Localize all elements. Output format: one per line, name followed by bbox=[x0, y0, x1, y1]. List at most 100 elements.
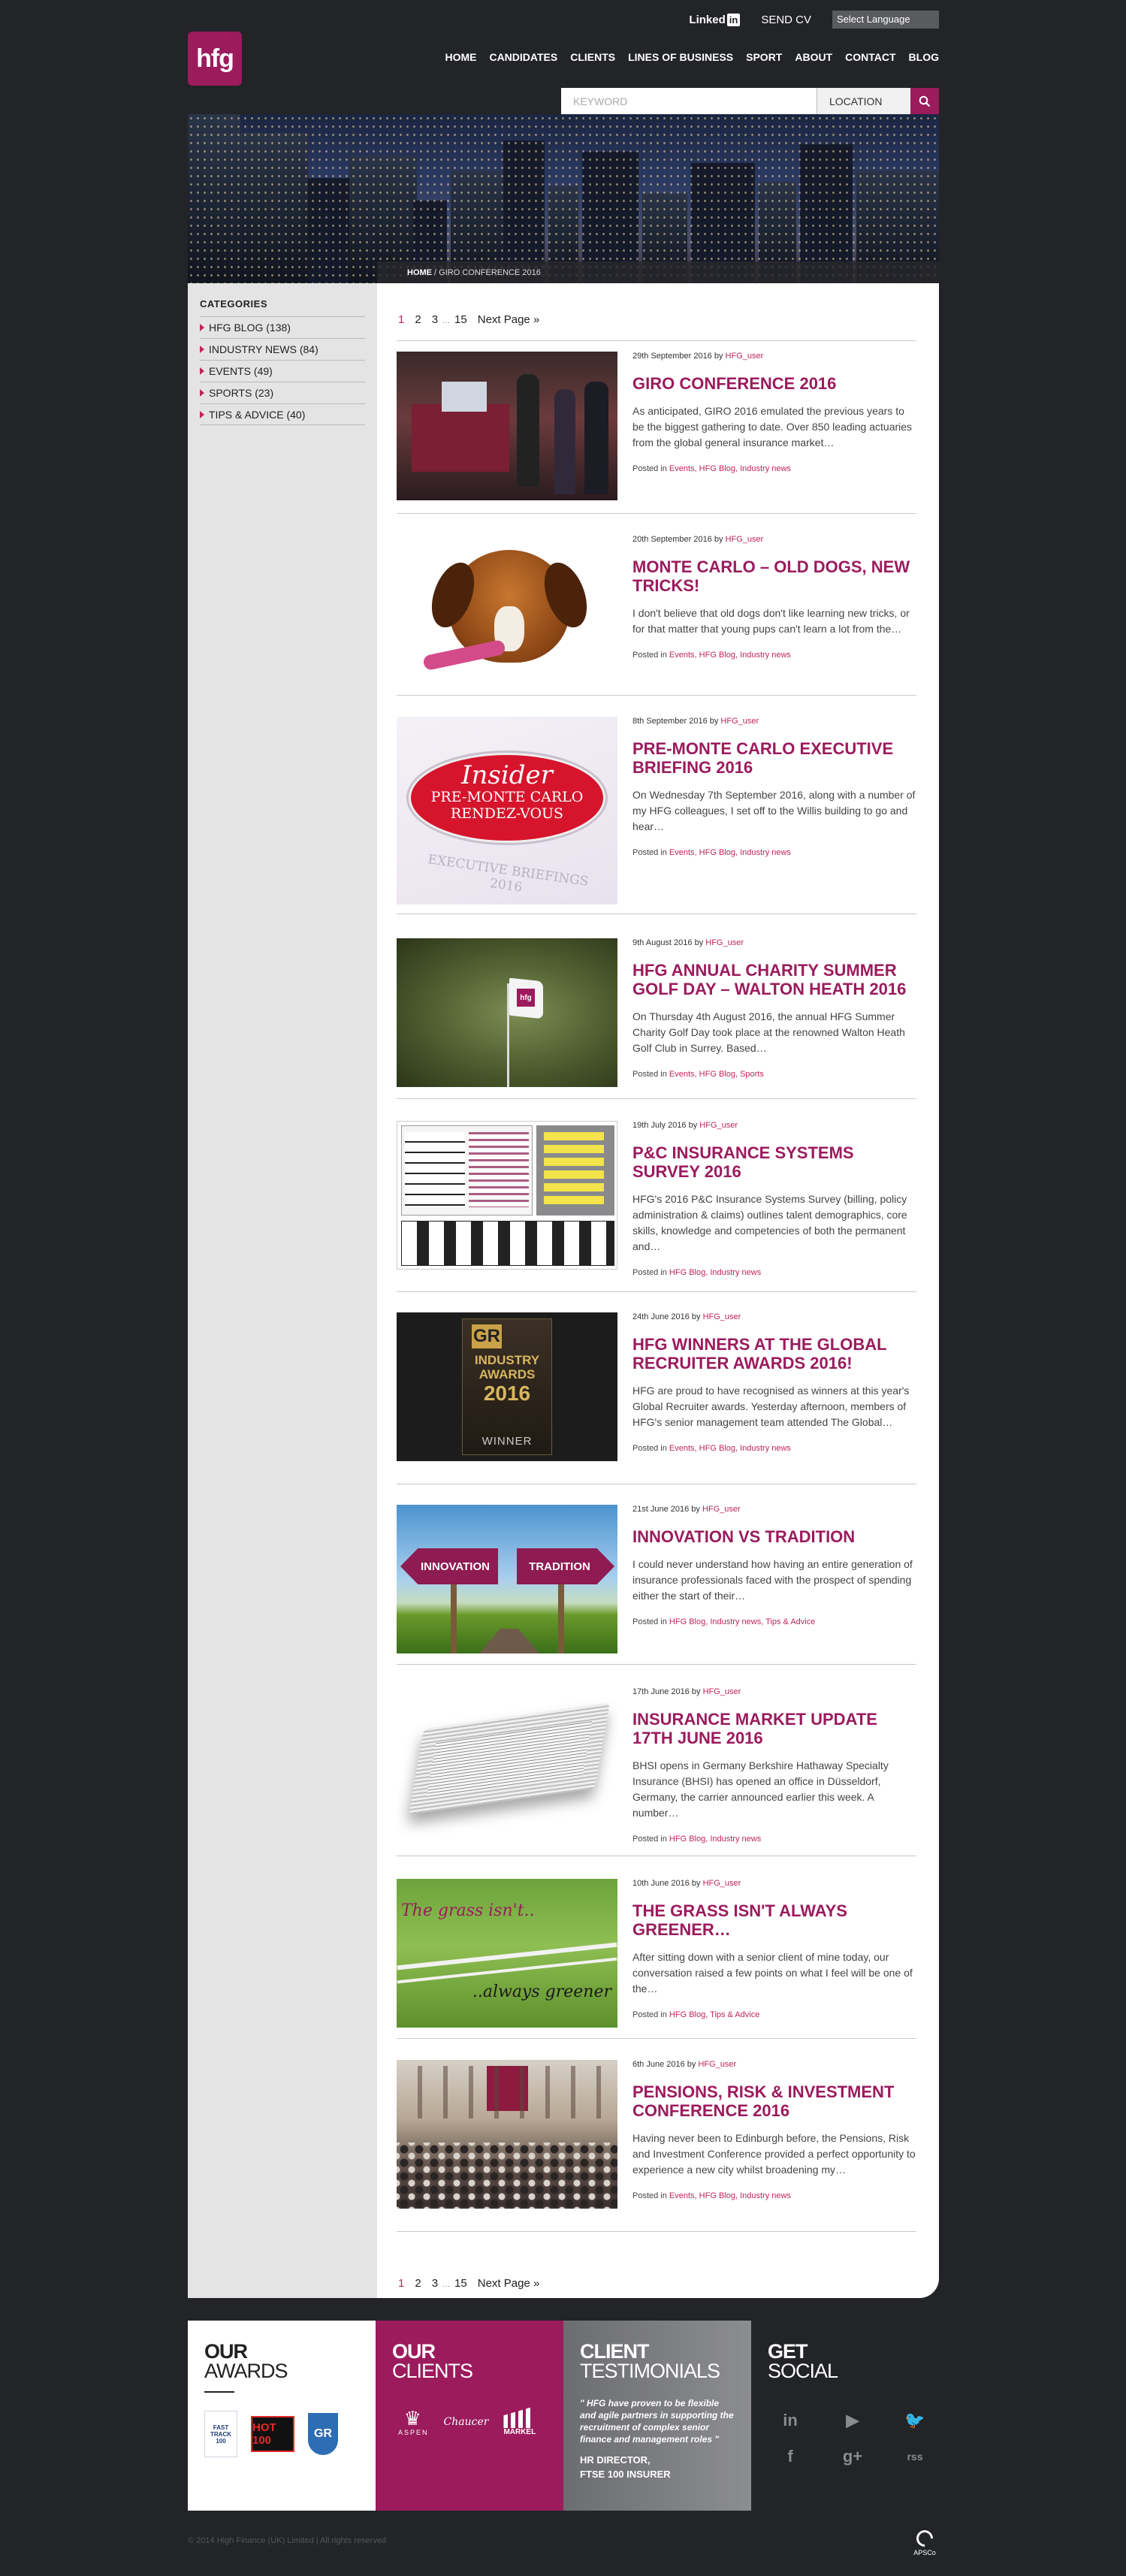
category-item[interactable]: TIPS & ADVICE (40) bbox=[200, 403, 365, 425]
location-select[interactable]: LOCATION bbox=[817, 88, 910, 115]
nav-sport[interactable]: SPORT bbox=[746, 51, 782, 63]
nav-blog[interactable]: BLOG bbox=[909, 51, 939, 63]
facebook-icon[interactable]: f bbox=[768, 2447, 813, 2466]
post-title[interactable]: INNOVATION VS TRADITION bbox=[632, 1527, 916, 1546]
page-link-last[interactable]: 15 bbox=[454, 313, 467, 326]
post-categories[interactable]: HFG Blog, Tips & Advice bbox=[669, 2010, 759, 2019]
post-title[interactable]: PENSIONS, RISK & INVESTMENT CONFERENCE 2… bbox=[632, 2082, 916, 2120]
search-button[interactable] bbox=[910, 88, 939, 115]
post-thumbnail-signposts[interactable]: INNOVATION TRADITION bbox=[397, 1505, 617, 1653]
post-excerpt: I could never understand how having an e… bbox=[632, 1558, 913, 1602]
post-author-link[interactable]: HFG_user bbox=[720, 717, 759, 726]
twitter-icon[interactable]: 🐦 bbox=[892, 2411, 937, 2430]
post-author-link[interactable]: HFG_user bbox=[705, 938, 744, 947]
breadcrumb: HOME / GIRO CONFERENCE 2016 bbox=[377, 261, 939, 283]
post-thumbnail-giro[interactable] bbox=[397, 352, 617, 500]
post-categories[interactable]: Events, HFG Blog, Industry news bbox=[669, 2191, 791, 2200]
post-title[interactable]: P&C INSURANCE SYSTEMS SURVEY 2016 bbox=[632, 1143, 916, 1181]
post-thumbnail-survey-infographic[interactable] bbox=[397, 1121, 617, 1270]
category-item[interactable]: INDUSTRY NEWS (84) bbox=[200, 338, 365, 360]
post-categories[interactable]: Events, HFG Blog, Sports bbox=[669, 1070, 764, 1079]
linkedin-social-icon[interactable]: in bbox=[768, 2411, 813, 2430]
rss-icon[interactable]: rss bbox=[892, 2447, 937, 2466]
post-title[interactable]: MONTE CARLO – OLD DOGS, NEW TRICKS! bbox=[632, 557, 916, 595]
post-author-link[interactable]: HFG_user bbox=[703, 1312, 741, 1321]
send-cv-link[interactable]: SEND CV bbox=[761, 14, 811, 26]
post-thumbnail-golf-flag[interactable]: hfg bbox=[397, 938, 617, 1087]
fast-track-logo[interactable]: FAST TRACK 100 bbox=[204, 2411, 237, 2457]
apsco-logo[interactable]: APSCo bbox=[911, 2526, 938, 2556]
page-link[interactable]: 3 bbox=[432, 2277, 438, 2290]
post-categories[interactable]: Events, HFG Blog, Industry news bbox=[669, 848, 791, 857]
post-title[interactable]: GIRO CONFERENCE 2016 bbox=[632, 374, 916, 393]
nav-clients[interactable]: CLIENTS bbox=[570, 51, 615, 63]
nav-about[interactable]: ABOUT bbox=[795, 51, 832, 63]
post-categories[interactable]: HFG Blog, Industry news bbox=[669, 1835, 761, 1844]
posted-in-label: Posted in bbox=[632, 464, 669, 473]
page-link[interactable]: 2 bbox=[415, 313, 421, 326]
keyword-input[interactable]: KEYWORD bbox=[561, 88, 817, 115]
gr-award-logo[interactable]: GR bbox=[308, 2413, 338, 2455]
language-select[interactable]: Select Language bbox=[832, 11, 939, 29]
post-author-link[interactable]: HFG_user bbox=[726, 535, 764, 544]
post-title[interactable]: THE GRASS ISN'T ALWAYS GREENER… bbox=[632, 1901, 916, 1939]
nav-lines-of-business[interactable]: LINES OF BUSINESS bbox=[628, 51, 733, 63]
hot-100-logo[interactable]: HOT 100 bbox=[251, 2416, 294, 2452]
markel-logo[interactable]: MARKEL bbox=[503, 2407, 536, 2436]
post-author-link[interactable]: HFG_user bbox=[698, 2060, 736, 2069]
post-thumbnail-gr-awards[interactable]: GR INDUSTRY AWARDS 2016 WINNER bbox=[397, 1312, 617, 1461]
post-date: 20th September 2016 by bbox=[632, 535, 726, 544]
testimonials-panel: CLIENT TESTIMONIALS " HFG have proven to … bbox=[563, 2321, 751, 2511]
category-item[interactable]: HFG BLOG (138) bbox=[200, 316, 365, 338]
next-page-link[interactable]: Next Page » bbox=[478, 313, 540, 326]
post-categories[interactable]: Events, HFG Blog, Industry news bbox=[669, 464, 791, 473]
post-title[interactable]: HFG ANNUAL CHARITY SUMMER GOLF DAY – WAL… bbox=[632, 961, 916, 998]
post-categories[interactable]: Events, HFG Blog, Industry news bbox=[669, 1444, 791, 1453]
post-thumbnail-insider[interactable]: Insider PRE-MONTE CARLO RENDEZ-VOUS EXEC… bbox=[397, 717, 617, 904]
search-icon bbox=[919, 95, 931, 107]
post-title[interactable]: INSURANCE MARKET UPDATE 17TH JUNE 2016 bbox=[632, 1710, 916, 1747]
social-icons: in ▶ 🐦 f g+ rss bbox=[768, 2411, 937, 2466]
category-item[interactable]: EVENTS (49) bbox=[200, 360, 365, 382]
category-item[interactable]: SPORTS (23) bbox=[200, 382, 365, 403]
category-count: (138) bbox=[266, 322, 291, 334]
page-link-current[interactable]: 1 bbox=[398, 313, 404, 326]
next-page-link[interactable]: Next Page » bbox=[478, 2277, 540, 2290]
youtube-icon[interactable]: ▶ bbox=[830, 2411, 875, 2430]
post-thumbnail-newspapers[interactable] bbox=[397, 1687, 617, 1836]
post-thumbnail-puppy[interactable] bbox=[397, 535, 617, 684]
post-title[interactable]: HFG WINNERS AT THE GLOBAL RECRUITER AWAR… bbox=[632, 1335, 916, 1373]
google-plus-icon[interactable]: g+ bbox=[830, 2447, 875, 2466]
nav-home[interactable]: HOME bbox=[445, 51, 476, 63]
post-categories[interactable]: HFG Blog, Industry news, Tips & Advice bbox=[669, 1617, 815, 1626]
post-author-link[interactable]: HFG_user bbox=[702, 1505, 741, 1514]
page-link[interactable]: 3 bbox=[432, 313, 438, 326]
divider bbox=[397, 2038, 916, 2039]
post-title[interactable]: PRE-MONTE CARLO EXECUTIVE BRIEFING 2016 bbox=[632, 739, 916, 777]
awards-panel: OUR AWARDS FAST TRACK 100 HOT 100 GR bbox=[188, 2321, 376, 2511]
aspen-logo[interactable]: ♛ ASPEN bbox=[398, 2408, 429, 2436]
post-author-link[interactable]: HFG_user bbox=[703, 1687, 741, 1696]
post-categories[interactable]: Events, HFG Blog, Industry news bbox=[669, 651, 791, 660]
posted-in-label: Posted in bbox=[632, 2191, 669, 2200]
post-date: 10th June 2016 by bbox=[632, 1879, 703, 1888]
linkedin-link[interactable]: Linked in bbox=[689, 13, 741, 26]
page-link[interactable]: 2 bbox=[415, 2277, 421, 2290]
nav-contact[interactable]: CONTACT bbox=[845, 51, 895, 63]
page-link-current[interactable]: 1 bbox=[398, 2277, 404, 2290]
clients-panel: OUR CLIENTS ♛ ASPEN Chaucer MARKEL bbox=[376, 2321, 563, 2511]
post-author-link[interactable]: HFG_user bbox=[699, 1121, 738, 1130]
breadcrumb-home[interactable]: HOME bbox=[407, 268, 432, 277]
post-date: 21st June 2016 by bbox=[632, 1505, 702, 1514]
post-categories[interactable]: HFG Blog, Industry news bbox=[669, 1268, 761, 1277]
hfg-logo[interactable]: hfg bbox=[188, 32, 242, 86]
post-thumbnail-grass[interactable]: The grass isn't.. ..always greener bbox=[397, 1879, 617, 2028]
post-thumbnail-conference-hall[interactable] bbox=[397, 2060, 617, 2209]
nav-candidates[interactable]: CANDIDATES bbox=[489, 51, 557, 63]
chaucer-text: Chaucer bbox=[443, 2415, 489, 2428]
chaucer-logo[interactable]: Chaucer bbox=[444, 2416, 489, 2428]
page-link-last[interactable]: 15 bbox=[454, 2277, 467, 2290]
insider-subtitle-2: RENDEZ-VOUS bbox=[450, 805, 564, 822]
post-author-link[interactable]: HFG_user bbox=[703, 1879, 741, 1888]
post-author-link[interactable]: HFG_user bbox=[726, 352, 764, 361]
